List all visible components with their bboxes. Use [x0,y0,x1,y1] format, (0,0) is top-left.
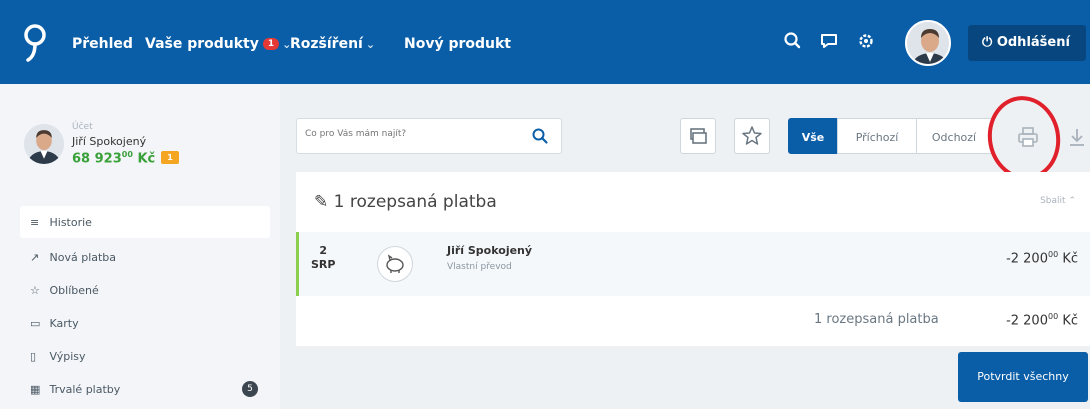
filter-outgoing[interactable]: Odchozí [916,118,992,154]
filter-all[interactable]: Vše [788,118,838,154]
pencil-icon: ✎ [314,192,329,212]
summary-amount-cents: 00 [1047,312,1059,321]
sidebar-item-label: Trvalé platby [49,383,121,396]
payment-date: 2 SRP [311,244,335,272]
payment-currency: Kč [1062,251,1078,267]
stack-icon [690,128,707,144]
filter-incoming[interactable]: Příchozí [837,118,917,154]
sidebar-item-history[interactable]: ≡ Historie [20,206,270,238]
search-icon[interactable] [782,30,804,52]
sidebar-item-label: Karty [49,317,79,330]
summary-label: 1 rozepsaná platba [814,312,939,327]
chat-icon[interactable] [818,30,840,52]
confirm-all-button[interactable]: Potvrdit všechny [958,352,1088,402]
calendar-icon: ▦ [30,383,41,396]
account-avatar [24,124,64,164]
download-icon[interactable] [1066,126,1088,148]
power-icon: ⏻ [982,35,993,50]
sidebar-item-cards[interactable]: ▭ Karty [20,307,270,339]
nav-extensions[interactable]: Rozšíření ⌄ [290,36,375,52]
standing-orders-count-badge: 5 [242,381,258,397]
nav-extensions-label: Rozšíření [290,36,363,52]
search-icon[interactable] [531,127,549,145]
nav-new-product[interactable]: Nový produkt [404,36,511,52]
card-title: ✎ 1 rozepsaná platba [314,192,497,212]
payment-type-badge [377,246,413,282]
nav-your-products[interactable]: Vaše produkty 1 ⌄ [145,36,291,52]
favorite-button[interactable] [734,118,770,154]
sidebar: Účet Jiří Spokojený 68 92300 Kč 1 ≡ Histo… [0,84,280,409]
products-badge: 1 [262,38,280,50]
nav-overview[interactable]: Přehled [72,36,133,52]
summary-amount-main: -2 200 [1006,313,1048,329]
sidebar-item-statements[interactable]: ▯ Výpisy [20,340,270,372]
sidebar-item-favorites[interactable]: ☆ Oblíbené [20,274,270,306]
summary-amount: -2 20000 Kč [1006,312,1078,328]
payment-amount-main: -2 200 [1006,251,1048,267]
bank-logo-icon[interactable] [22,22,48,62]
collapse-link[interactable]: Sbalit ⌃ [1040,196,1076,206]
payment-day: 2 [319,244,328,257]
account-balance: 68 92300 Kč 1 [72,150,179,166]
chevron-up-icon: ⌃ [1068,196,1076,206]
chevron-down-icon: ⌄ [365,38,376,51]
sidebar-item-standing-orders[interactable]: ▦ Trvalé platby 5 [20,373,270,405]
sidebar-item-new-payment[interactable]: ↗ Nová platba [20,241,270,273]
balance-currency: Kč [137,151,156,167]
payment-amount-cents: 00 [1047,250,1059,259]
star-icon: ☆ [30,284,40,297]
account-name: Jiří Spokojený [72,135,147,148]
search-input[interactable] [305,129,515,139]
payment-amount: -2 20000 Kč [1006,250,1078,266]
piggy-bank-icon [386,254,404,273]
settings-icon[interactable] [855,30,877,52]
logout-label: Odhlášení [996,35,1070,50]
logout-button[interactable]: ⏻ Odhlášení [968,25,1086,61]
account-label: Účet [72,122,93,132]
account-tag-badge: 1 [161,151,179,165]
summary-currency: Kč [1062,313,1078,329]
top-navigation: Přehled Vaše produkty 1 ⌄ Rozšíření ⌄ Nový … [0,0,1090,84]
balance-main: 68 923 [72,151,122,167]
sidebar-item-label: Historie [49,216,92,229]
nav-your-products-label: Vaše produkty [145,36,259,52]
sidebar-item-label: Výpisy [49,350,86,363]
sidebar-item-label: Nová platba [49,251,117,264]
payment-description: Vlastní převod [447,262,512,272]
multi-select-button[interactable] [680,118,716,154]
search-box [296,118,562,154]
card-icon: ▭ [30,317,41,330]
balance-cents: 00 [121,150,133,159]
card-title-text: 1 rozepsaná platba [333,192,497,212]
payment-month: SRP [311,258,336,271]
payment-recipient: Jiří Spokojený [447,244,533,257]
document-icon: ▯ [30,350,37,363]
user-avatar-image [907,22,949,64]
collapse-label: Sbalit [1040,196,1066,206]
star-icon [742,126,762,145]
sidebar-item-label: Oblíbené [49,284,99,297]
send-icon: ↗ [30,251,40,264]
user-avatar[interactable] [905,20,951,66]
payment-row[interactable]: 2 SRP Jiří Spokojený Vlastní převod -2 2… [296,232,1090,296]
account-avatar-image [24,124,64,164]
draft-payments-card: ✎ 1 rozepsaná platba Sbalit ⌃ 2 SRP Jiří… [296,172,1090,346]
list-icon: ≡ [30,216,40,229]
